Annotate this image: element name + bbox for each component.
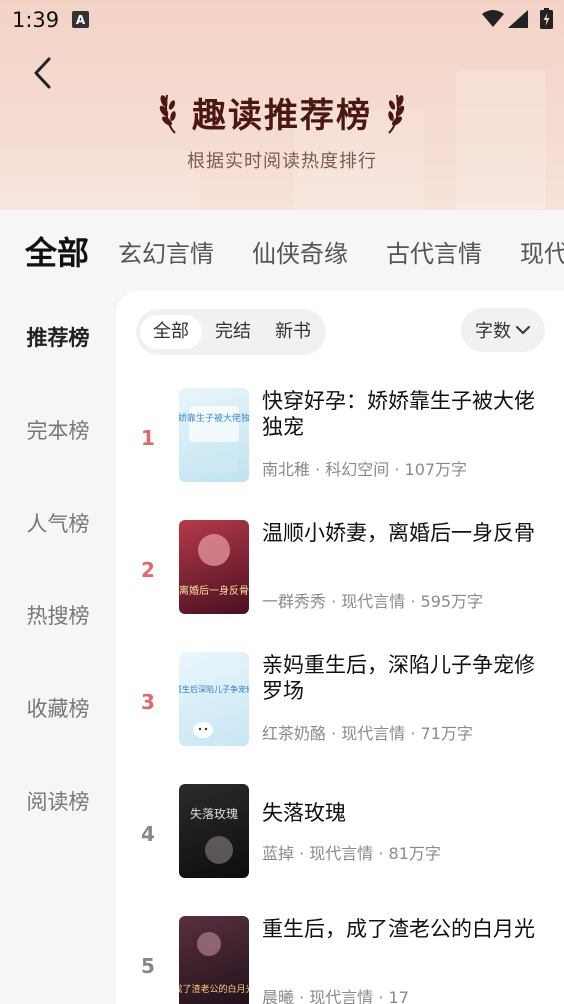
book-meta: 一群秀秀 · 现代言情 · 595万字 <box>262 592 484 611</box>
sidebar-item-reading[interactable]: 阅读榜 <box>0 786 116 816</box>
page-subtitle: 根据实时阅读热度排行 <box>187 151 377 172</box>
sidebar-item-hot-search[interactable]: 热搜榜 <box>0 600 116 630</box>
laurel-left-icon <box>159 94 176 134</box>
laurel-right-icon <box>388 94 405 134</box>
chevron-left-icon <box>34 57 51 89</box>
book-meta: 红茶奶酪 · 现代言情 · 71万字 <box>262 724 473 743</box>
book-meta: 南北稚 · 科幻空间 · 107万字 <box>262 460 468 479</box>
book-cover-art: 失落玫瑰 <box>190 806 238 864</box>
book-title: 重生后，成了渣老公的白月光 <box>262 917 535 941</box>
status-time: 1:39 <box>12 8 60 32</box>
back-button[interactable] <box>26 55 58 91</box>
book-cover[interactable]: 成了渣老公的白月光 <box>179 916 249 1004</box>
sort-dropdown[interactable]: 字数 <box>461 308 545 352</box>
sidebar-item-favorites[interactable]: 收藏榜 <box>0 693 116 723</box>
cover-text: 亲妈重生后深陷儿子争宠修罗场 <box>179 684 249 694</box>
book-title: 温顺小娇妻，离婚后一身反骨 <box>262 521 535 545</box>
rank-number: 1 <box>141 426 155 450</box>
book-cover-art: 亲妈重生后深陷儿子争宠修罗场 <box>179 684 249 738</box>
filter-new[interactable]: 新书 <box>266 315 320 349</box>
filter-completed[interactable]: 完结 <box>206 315 260 349</box>
cover-text: 娇娇靠生子被大佬独宠 <box>179 412 249 424</box>
status-filter-group: 全部 完结 新书 <box>136 309 326 355</box>
book-list-item[interactable]: 4 失落玫瑰 失落玫瑰 蓝掉 · 现代言情 · 81万字 <box>116 784 564 904</box>
rank-number: 4 <box>141 822 155 846</box>
tab-all[interactable]: 全部 <box>25 228 89 274</box>
book-cover[interactable]: 失落玫瑰 <box>179 784 249 878</box>
book-title: 失落玫瑰 <box>262 801 346 825</box>
ranking-header: 1:39 A 趣读推荐榜 根据实时阅读热度排行 <box>0 0 564 210</box>
cover-text: 离婚后一身反骨 <box>179 584 249 597</box>
ranking-list-panel: 全部 完结 新书 字数 1 娇娇靠生子被大佬独宠 快穿好孕：娇娇靠生子被大佬独宠… <box>116 291 564 1004</box>
page-title-row: 趣读推荐榜 <box>0 88 564 137</box>
rank-number: 3 <box>141 690 155 714</box>
filter-all[interactable]: 全部 <box>140 315 202 349</box>
tab-xianxia[interactable]: 仙侠奇缘 <box>252 234 348 269</box>
battery-charging-icon <box>540 8 553 29</box>
cover-text: 失落玫瑰 <box>190 806 238 821</box>
book-cover[interactable]: 娇娇靠生子被大佬独宠 <box>179 388 249 482</box>
tab-ancient-romance[interactable]: 古代言情 <box>386 234 482 269</box>
sidebar-item-completed[interactable]: 完本榜 <box>0 415 116 445</box>
book-meta: 蓝掉 · 现代言情 · 81万字 <box>262 844 441 863</box>
book-cover[interactable]: 亲妈重生后深陷儿子争宠修罗场 <box>179 652 249 746</box>
book-cover-art: 成了渣老公的白月光 <box>179 932 249 995</box>
tab-modern[interactable]: 现代 <box>520 234 564 269</box>
rank-number: 2 <box>141 558 155 582</box>
category-tabs: 全部 玄幻言情 仙侠奇缘 古代言情 现代 <box>0 210 564 290</box>
book-list-item[interactable]: 3 亲妈重生后深陷儿子争宠修罗场 亲妈重生后，深陷儿子争宠修罗场 红茶奶酪 · … <box>116 652 564 772</box>
sidebar-item-popular[interactable]: 人气榜 <box>0 508 116 538</box>
chevron-down-icon <box>516 326 530 335</box>
book-title: 亲妈重生后，深陷儿子争宠修罗场 <box>262 653 535 703</box>
notification-a-icon: A <box>72 11 89 28</box>
rank-number: 5 <box>141 954 155 978</box>
status-bar: 1:39 A <box>0 0 564 40</box>
book-list-item[interactable]: 1 娇娇靠生子被大佬独宠 快穿好孕：娇娇靠生子被大佬独宠 南北稚 · 科幻空间 … <box>116 388 564 508</box>
cover-text: 成了渣老公的白月光 <box>179 983 249 995</box>
book-cover-art: 娇娇靠生子被大佬独宠 <box>179 406 249 472</box>
book-title: 快穿好孕：娇娇靠生子被大佬独宠 <box>262 389 535 439</box>
book-list-item[interactable]: 5 成了渣老公的白月光 重生后，成了渣老公的白月光 晨曦 · 现代言情 · 17 <box>116 916 564 1004</box>
sort-label: 字数 <box>475 321 511 342</box>
book-cover-art: 离婚后一身反骨 <box>179 534 249 597</box>
tab-fantasy-romance[interactable]: 玄幻言情 <box>118 234 214 269</box>
sidebar-item-recommend[interactable]: 推荐榜 <box>0 322 116 352</box>
page-title: 趣读推荐榜 <box>192 96 372 136</box>
book-list-item[interactable]: 2 离婚后一身反骨 温顺小娇妻，离婚后一身反骨 一群秀秀 · 现代言情 · 59… <box>116 520 564 640</box>
signal-icon <box>508 10 528 28</box>
book-meta: 晨曦 · 现代言情 · 17 <box>262 988 409 1004</box>
book-cover[interactable]: 离婚后一身反骨 <box>179 520 249 614</box>
wifi-icon <box>482 10 504 27</box>
